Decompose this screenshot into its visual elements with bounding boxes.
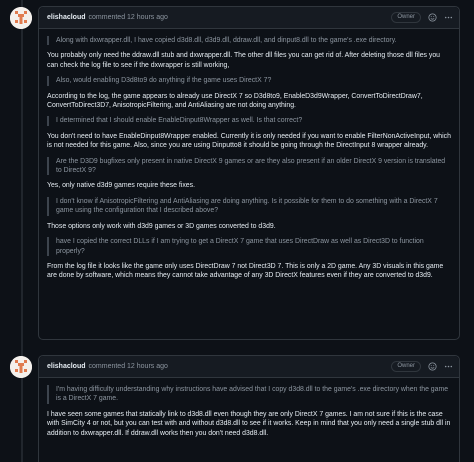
comment-body: I'm having difficulty understanding why …	[39, 378, 459, 443]
quote-block: Are the D3D9 bugfixes only present in na…	[47, 156, 451, 176]
avatar[interactable]	[10, 356, 32, 378]
avatar[interactable]	[10, 7, 32, 29]
comment-header: elishacloud commented 12 hours ago Owner	[39, 356, 459, 378]
kebab-menu-icon[interactable]	[443, 362, 453, 372]
reply-paragraph: I have seen some games that statically l…	[47, 410, 451, 437]
comment-timestamp[interactable]: commented 12 hours ago	[89, 362, 168, 371]
reply-paragraph: From the log file it looks like the game…	[47, 262, 444, 280]
reply-paragraph: You probably only need the ddraw.dll stu…	[47, 52, 441, 69]
quote-block: have I copied the correct DLLs if I am t…	[47, 237, 451, 256]
comment-card: elishacloud commented 12 hours ago Owner…	[38, 6, 460, 340]
reply-paragraph: Yes, only native d3d9 games require thes…	[47, 182, 195, 190]
smiley-icon[interactable]	[427, 362, 437, 372]
quote-block: Also, would enabling D3d8to9 do anything…	[47, 76, 451, 86]
comment-timestamp[interactable]: commented 12 hours ago	[89, 13, 168, 22]
timeline-line	[21, 0, 23, 462]
reply-paragraph: According to the log, the game appears t…	[47, 92, 423, 110]
quote-block: I'm having difficulty understanding why …	[47, 385, 451, 404]
quote-block: I don't know if AnisotropicFiltering and…	[47, 196, 451, 216]
comment-author[interactable]: elishacloud	[47, 362, 86, 371]
comment-header: elishacloud commented 12 hours ago Owner	[39, 7, 459, 29]
owner-badge: Owner	[391, 361, 421, 372]
reply-paragraph: Those options only work with d3d9 games …	[47, 222, 276, 230]
comment-body: Along with dxwrapper.dll, I have copied …	[39, 29, 459, 286]
quote-block: Along with dxwrapper.dll, I have copied …	[47, 36, 451, 46]
comment-card: elishacloud commented 12 hours ago Owner…	[38, 355, 460, 462]
reply-paragraph: You don't need to have EnableDinput8Wrap…	[47, 132, 451, 150]
owner-badge: Owner	[391, 12, 421, 23]
identicon-icon	[10, 356, 32, 378]
kebab-menu-icon[interactable]	[443, 13, 453, 23]
identicon-icon	[10, 7, 32, 29]
comment-author[interactable]: elishacloud	[47, 13, 86, 22]
quote-block: I determined that I should enable Enable…	[47, 116, 451, 126]
smiley-icon[interactable]	[427, 13, 437, 23]
